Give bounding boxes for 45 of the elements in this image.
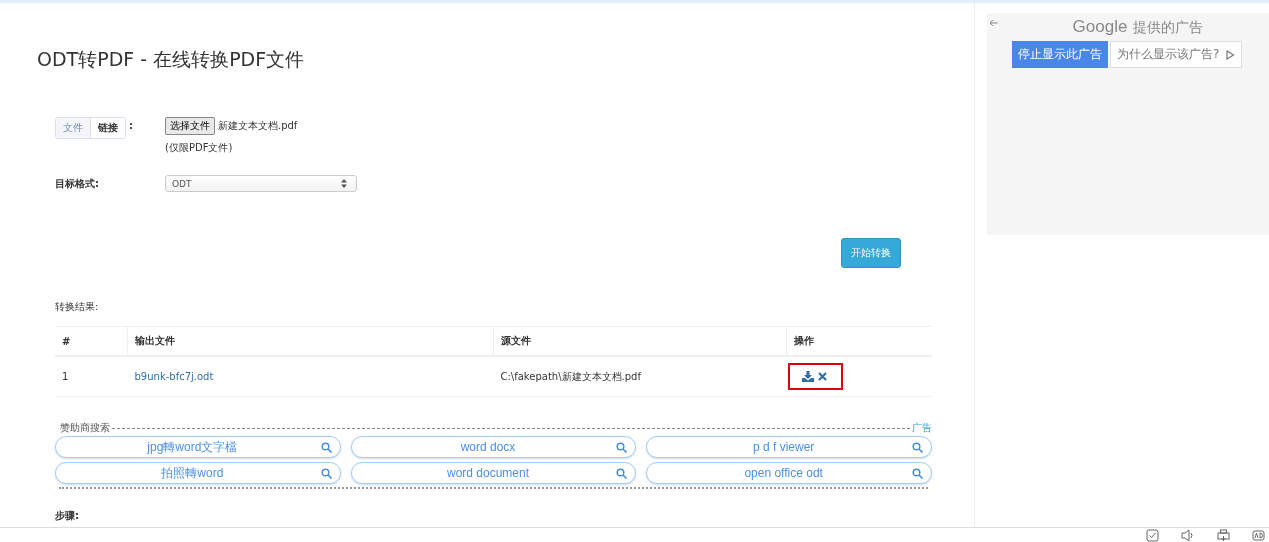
column-header: 输出文件	[127, 326, 494, 356]
play-icon	[1225, 49, 1236, 60]
page-title: ODT转PDF - 在线转换PDF文件	[37, 47, 306, 72]
table-cell: C:\fakepath\新建文本文档.pdf	[493, 356, 787, 397]
ad-label[interactable]: 广告	[912, 421, 932, 435]
column-header: #	[55, 326, 128, 356]
source-tab[interactable]: 文件	[56, 118, 91, 138]
speaker-icon[interactable]	[1181, 529, 1195, 542]
delete-icon[interactable]	[817, 372, 827, 381]
shield-check-icon[interactable]	[1146, 529, 1159, 542]
results-label: 转换结果:	[55, 300, 100, 314]
sort-arrows-icon	[341, 179, 347, 188]
format-select[interactable]: ODT	[165, 175, 357, 192]
search-icon	[912, 441, 923, 453]
file-hint: (仅限PDF文件)	[165, 141, 234, 155]
file-name: 新建文本文档.pdf	[218, 119, 298, 133]
column-header: 操作	[786, 326, 932, 356]
back-arrow-icon[interactable]	[989, 19, 998, 27]
format-label: 目标格式:	[55, 176, 100, 191]
provider-name: Google	[1072, 17, 1128, 37]
search-suggestion[interactable]: jpg轉word文字檔	[55, 436, 341, 458]
sponsored-label: 赞助商搜索	[60, 421, 110, 435]
colon: :	[129, 120, 133, 131]
stop-ad-button[interactable]: 停止显示此广告	[1012, 41, 1108, 68]
search-icon	[912, 467, 923, 479]
printer-icon[interactable]	[1217, 529, 1230, 542]
search-suggestion[interactable]: p d f viewer	[646, 436, 932, 458]
search-suggestion[interactable]: 拍照轉word	[55, 462, 341, 484]
choose-file-button[interactable]: 选择文件	[165, 117, 215, 135]
column-header: 源文件	[493, 326, 787, 356]
search-icon	[616, 467, 628, 479]
search-suggestion[interactable]: word docx	[350, 436, 637, 458]
download-icon[interactable]	[801, 371, 814, 382]
why-ad-button[interactable]: 为什么显示该广告?	[1110, 41, 1243, 68]
search-suggestion[interactable]: open office odt	[646, 462, 932, 484]
ad-block-icon[interactable]	[1252, 529, 1265, 542]
search-icon	[616, 441, 628, 453]
start-convert-button[interactable]: 开始转换	[841, 238, 901, 268]
steps-label: 步骤:	[55, 509, 80, 523]
provider-caption: 提供的广告	[1133, 19, 1204, 37]
table-cell: 1	[55, 356, 128, 397]
search-icon	[320, 441, 332, 453]
search-icon	[320, 467, 332, 479]
output-file-link[interactable]: b9unk-bfc7j.odt	[134, 371, 214, 382]
search-suggestion[interactable]: word document	[350, 462, 637, 484]
